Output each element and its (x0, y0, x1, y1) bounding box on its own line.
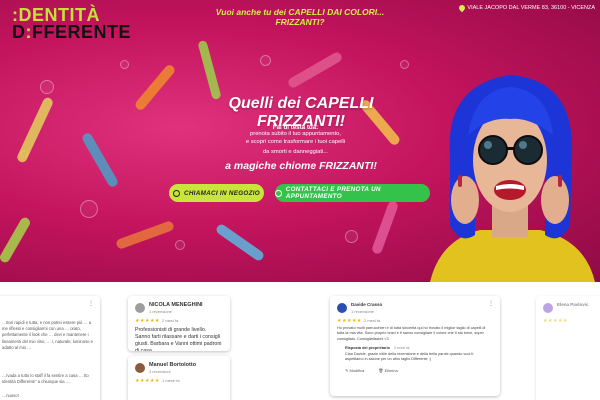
candy-decoration (115, 220, 175, 250)
header-tagline: Vuoi anche tu dei CAPELLI DAI COLORI... … (215, 7, 385, 27)
review-text: Professionisti di grande livello. Sanno … (135, 327, 222, 351)
star-rating: ★★★★★ (543, 318, 568, 324)
review-text: …nuovo! (2, 393, 19, 398)
model-photo (430, 75, 595, 282)
star-rating: ★★★★★ (135, 318, 160, 324)
call-store-label: CHIAMACI IN NEGOZIO (183, 189, 260, 197)
review-card[interactable]: ⋮ …ttori rapidi e tutta, e non potrei es… (0, 296, 100, 400)
hero-sub-line: prenota subito il tuo appuntamento, (250, 131, 341, 138)
reviewer-name: NICOLA MENEGHINI (149, 302, 203, 308)
review-count: 1 recensione (351, 309, 374, 314)
hero-section: :DENTITÀ D:FFERENTE Vuoi anche tu dei CA… (0, 0, 600, 282)
hero-big-line: a magiche chiome FRIZZANTI! (225, 160, 377, 172)
bubble-decoration (40, 80, 54, 94)
review-time: 1 mese fa (162, 378, 180, 383)
logo[interactable]: :DENTITÀ D:FFERENTE (12, 6, 132, 42)
bubble-decoration (80, 200, 98, 218)
candy-decoration (197, 39, 222, 101)
candy-decoration (286, 50, 344, 90)
review-card[interactable]: NICOLA MENEGHINI 1 recensione ★★★★★ 2 me… (128, 296, 230, 351)
review-time: 2 mesi fa (162, 318, 179, 323)
candy-decoration (15, 96, 55, 164)
candy-decoration (133, 63, 177, 112)
whatsapp-icon (275, 189, 282, 197)
whatsapp-label: CONTATTACI E PRENOTA UN APPUNTAMENTO (285, 186, 381, 200)
avatar (135, 363, 145, 373)
owner-reply-label: Risposta del proprietario (345, 346, 390, 350)
reviews-section: ⋮ …ttori rapidi e tutta, e non potrei es… (0, 282, 600, 400)
avatar (337, 303, 347, 313)
hero-sub-bold: Fai di testa tua: (272, 124, 319, 131)
bubble-decoration (175, 240, 185, 250)
delete-reply-button[interactable]: 🗑 Elimina (378, 368, 397, 373)
owner-reply-text: Ciao Davide, grazie mille della recensio… (345, 352, 474, 362)
candy-decoration (370, 199, 400, 256)
call-store-button[interactable]: CHIAMACI IN NEGOZIO (169, 184, 264, 202)
review-card[interactable]: Davide Crasso 1 recensione ⋮ ★★★★★ 2 mes… (330, 296, 500, 396)
review-text: …ttori rapidi e tutta, e non potrei esse… (2, 320, 94, 350)
map-pin-icon (458, 3, 467, 13)
bubble-decoration (120, 60, 129, 69)
bubble-decoration (260, 55, 271, 66)
avatar (135, 303, 145, 313)
review-card[interactable]: Elena Pavlovic ★★★★★ (536, 296, 600, 400)
review-count: 3 recensioni (149, 369, 171, 374)
edit-reply-button[interactable]: ✎ Modifica (345, 368, 364, 373)
avatar (543, 303, 553, 313)
reviewer-name: Elena Pavlovic (557, 302, 589, 307)
edit-label: Modifica (349, 368, 365, 373)
reply-actions: ✎ Modifica 🗑 Elimina (345, 368, 398, 373)
review-time: 2 mesi fa (364, 318, 381, 323)
reviewer-name: Manuel Bortolotto (149, 362, 197, 368)
bubble-decoration (345, 230, 358, 243)
more-options-icon[interactable]: ⋮ (488, 301, 494, 307)
star-rating: ★★★★★ (337, 318, 362, 324)
review-text: …Ivada a tutto lo staff il fa sentire a … (2, 373, 89, 385)
candy-decoration (214, 222, 266, 263)
delete-label: Elimina (384, 368, 398, 373)
logo-letter: D (12, 22, 26, 42)
hero-sub-line: da smorti e danneggiati... (262, 149, 329, 155)
reviewer-name: Davide Crasso (351, 302, 383, 307)
address-text: VIALE JACOPO DAL VERME 83, 36100 - VICEN… (467, 5, 595, 11)
hero-subtext: Fai di testa tua: prenota subito il tuo … (228, 124, 363, 146)
whatsapp-button[interactable]: CONTATTACI E PRENOTA UN APPUNTAMENTO (275, 184, 430, 202)
hero-sub-line: e scopri come trasformare i tuoi capelli (245, 138, 346, 145)
header-address[interactable]: VIALE JACOPO DAL VERME 83, 36100 - VICEN… (450, 3, 595, 13)
review-count: 1 recensione (149, 309, 172, 314)
owner-reply-time: 2 mesi fa (394, 346, 410, 350)
bubble-decoration (400, 60, 409, 69)
logo-line-2: D:FFERENTE (12, 22, 132, 42)
more-options-icon[interactable]: ⋮ (88, 301, 94, 307)
candy-decoration (0, 215, 32, 265)
star-rating: ★★★★★ (135, 378, 160, 384)
phone-icon (172, 189, 180, 197)
review-card[interactable]: Manuel Bortolotto 3 recensioni ★★★★★ 1 m… (128, 356, 230, 400)
owner-reply-title: Risposta del proprietario 2 mesi fa (345, 346, 409, 350)
review-text: Ho provato molti parrucchieri e di tutta… (337, 326, 486, 341)
candy-decoration (80, 131, 120, 189)
site-header: :DENTITÀ D:FFERENTE Vuoi anche tu dei CA… (0, 0, 600, 48)
logo-rest: FFERENTE (32, 22, 132, 42)
